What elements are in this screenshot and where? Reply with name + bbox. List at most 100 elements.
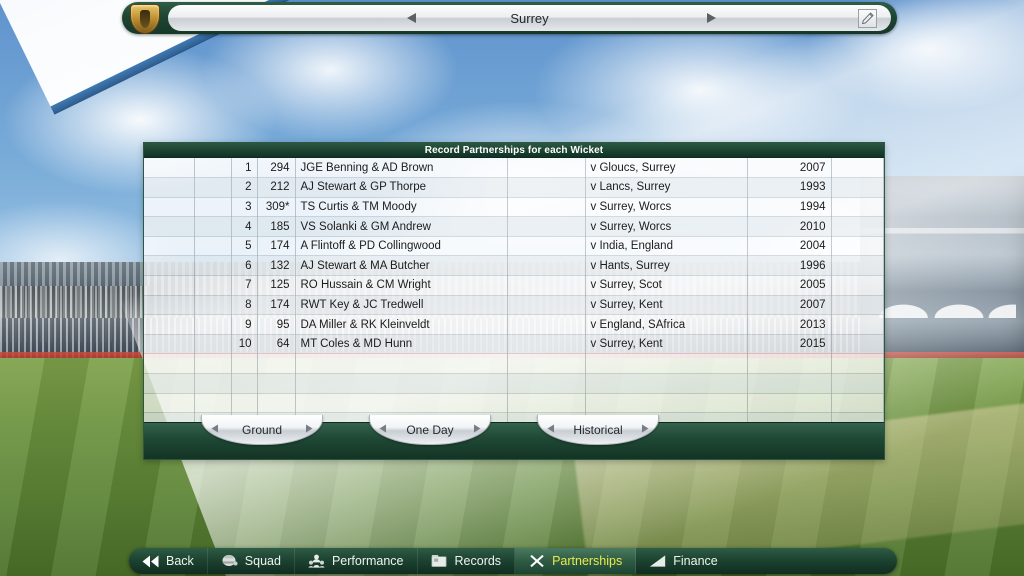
- selector-period-label: Historical: [573, 422, 623, 437]
- empty-cell: [295, 393, 508, 414]
- table-row[interactable]: 2 212 AJ Stewart & GP Thorpe v Lancs, Surre…: [144, 177, 884, 198]
- x-cross-icon-wrap: [528, 554, 545, 569]
- records-panel: Record Partnerships for each Wicket 1 294…: [143, 142, 885, 460]
- row-pad-2: [194, 236, 232, 257]
- row-pad-2: [194, 255, 232, 277]
- nav-item-performance[interactable]: Performance: [295, 548, 418, 574]
- row-end: [831, 216, 884, 237]
- selector-format-next-button[interactable]: [471, 422, 483, 434]
- left-triangle-icon: [211, 424, 218, 432]
- cell-match: v Surrey, Kent: [585, 295, 748, 316]
- selector-ground[interactable]: Ground: [201, 415, 323, 445]
- row-pad-2: [194, 334, 232, 355]
- cell-players: AJ Stewart & MA Butcher: [295, 255, 508, 277]
- nav-item-records[interactable]: Records: [418, 548, 516, 574]
- cell-match: v Surrey, Kent: [585, 334, 748, 355]
- row-end: [831, 177, 884, 198]
- empty-cell: [194, 373, 232, 394]
- empty-cell: [585, 373, 748, 394]
- empty-cell: [257, 393, 296, 414]
- table-row[interactable]: 6 132 AJ Stewart & MA Butcher v Hants, Surr…: [144, 255, 884, 277]
- selector-period[interactable]: Historical: [537, 415, 659, 445]
- row-end: [831, 255, 884, 277]
- cell-year: 1993: [747, 177, 832, 198]
- nav-item-label: Finance: [673, 554, 718, 568]
- cell-players: MT Coles & MD Hunn: [295, 334, 508, 355]
- table-row[interactable]: 9 95 DA Miller & RK Kleinveldt v England, S…: [144, 314, 884, 335]
- club-crest-icon: [130, 4, 160, 34]
- title-bar-inner: Surrey: [168, 5, 891, 31]
- people-group-icon-wrap: [308, 554, 325, 569]
- empty-cell: [231, 393, 258, 414]
- right-triangle-icon: [306, 424, 313, 432]
- records-table-container[interactable]: 1 294 JGE Benning & AD Brown v Gloucs, Surr…: [144, 158, 884, 423]
- row-gap: [507, 216, 586, 237]
- cell-wicket: 5: [231, 236, 258, 257]
- empty-cell: [747, 393, 832, 414]
- cell-match: v Surrey, Scot: [585, 275, 748, 296]
- panel-footer: Ground One Day Historical: [144, 415, 884, 459]
- row-pad-1: [144, 334, 195, 355]
- cell-year: 2004: [747, 236, 832, 257]
- empty-cell: [295, 373, 508, 394]
- cell-wicket: 9: [231, 314, 258, 335]
- title-bar: Surrey: [122, 2, 897, 34]
- table-row-empty: [144, 353, 884, 375]
- table-row[interactable]: 10 64 MT Coles & MD Hunn v Surrey, Kent 2015: [144, 334, 884, 355]
- edit-button[interactable]: [858, 9, 877, 28]
- empty-cell: [507, 373, 586, 394]
- table-row[interactable]: 4 185 VS Solanki & GM Andrew v Surrey, Worc…: [144, 216, 884, 237]
- double-chevron-left-icon-wrap: [142, 554, 159, 569]
- nav-item-partnerships[interactable]: Partnerships: [515, 548, 637, 574]
- cell-runs: 309*: [257, 197, 296, 218]
- selector-period-prev-button[interactable]: [545, 422, 557, 434]
- nav-item-squad[interactable]: Squad: [208, 548, 295, 574]
- selector-ground-next-button[interactable]: [303, 422, 315, 434]
- cell-players: A Flintoff & PD Collingwood: [295, 236, 508, 257]
- cell-year: 2010: [747, 216, 832, 237]
- row-end: [831, 275, 884, 296]
- left-triangle-icon: [547, 424, 554, 432]
- next-team-button[interactable]: [698, 5, 724, 31]
- game-screen: Surrey Record Partnerships for each Wick…: [0, 0, 1024, 576]
- row-end: [831, 295, 884, 316]
- cell-wicket: 6: [231, 255, 258, 277]
- cell-runs: 95: [257, 314, 296, 335]
- empty-cell: [507, 393, 586, 414]
- previous-team-button[interactable]: [398, 5, 424, 31]
- cell-runs: 174: [257, 295, 296, 316]
- row-end: [831, 334, 884, 355]
- table-row[interactable]: 3 309* TS Curtis & TM Moody v Surrey, Worcs…: [144, 197, 884, 218]
- selector-format-prev-button[interactable]: [377, 422, 389, 434]
- row-gap: [507, 334, 586, 355]
- empty-cell: [295, 353, 508, 375]
- cell-wicket: 8: [231, 295, 258, 316]
- empty-cell: [831, 353, 884, 375]
- pencil-icon: [862, 12, 874, 25]
- row-gap: [507, 197, 586, 218]
- selector-period-next-button[interactable]: [639, 422, 651, 434]
- nav-item-back[interactable]: Back: [129, 548, 208, 574]
- selector-format[interactable]: One Day: [369, 415, 491, 445]
- nav-item-finance[interactable]: Finance: [636, 548, 730, 574]
- cell-players: AJ Stewart & GP Thorpe: [295, 177, 508, 198]
- table-row[interactable]: 5 174 A Flintoff & PD Collingwood v India, …: [144, 236, 884, 257]
- empty-cell: [585, 393, 748, 414]
- empty-cell: [231, 373, 258, 394]
- nav-item-label: Back: [166, 554, 194, 568]
- row-gap: [507, 314, 586, 335]
- row-pad-1: [144, 255, 195, 277]
- row-pad-2: [194, 295, 232, 316]
- table-row[interactable]: 1 294 JGE Benning & AD Brown v Gloucs, Surr…: [144, 158, 884, 179]
- left-triangle-icon: [379, 424, 386, 432]
- cell-match: v Hants, Surrey: [585, 255, 748, 277]
- selector-ground-prev-button[interactable]: [209, 422, 221, 434]
- table-row[interactable]: 8 174 RWT Key & JC Tredwell v Surrey, Kent 2…: [144, 295, 884, 316]
- table-row[interactable]: 7 125 RO Hussain & CM Wright v Surrey, Scot…: [144, 275, 884, 296]
- cell-match: v Gloucs, Surrey: [585, 158, 748, 179]
- cell-wicket: 10: [231, 334, 258, 355]
- nav-item-label: Records: [454, 554, 502, 568]
- row-pad-1: [144, 216, 195, 237]
- cell-players: RO Hussain & CM Wright: [295, 275, 508, 296]
- bar-chart-icon: [650, 555, 666, 567]
